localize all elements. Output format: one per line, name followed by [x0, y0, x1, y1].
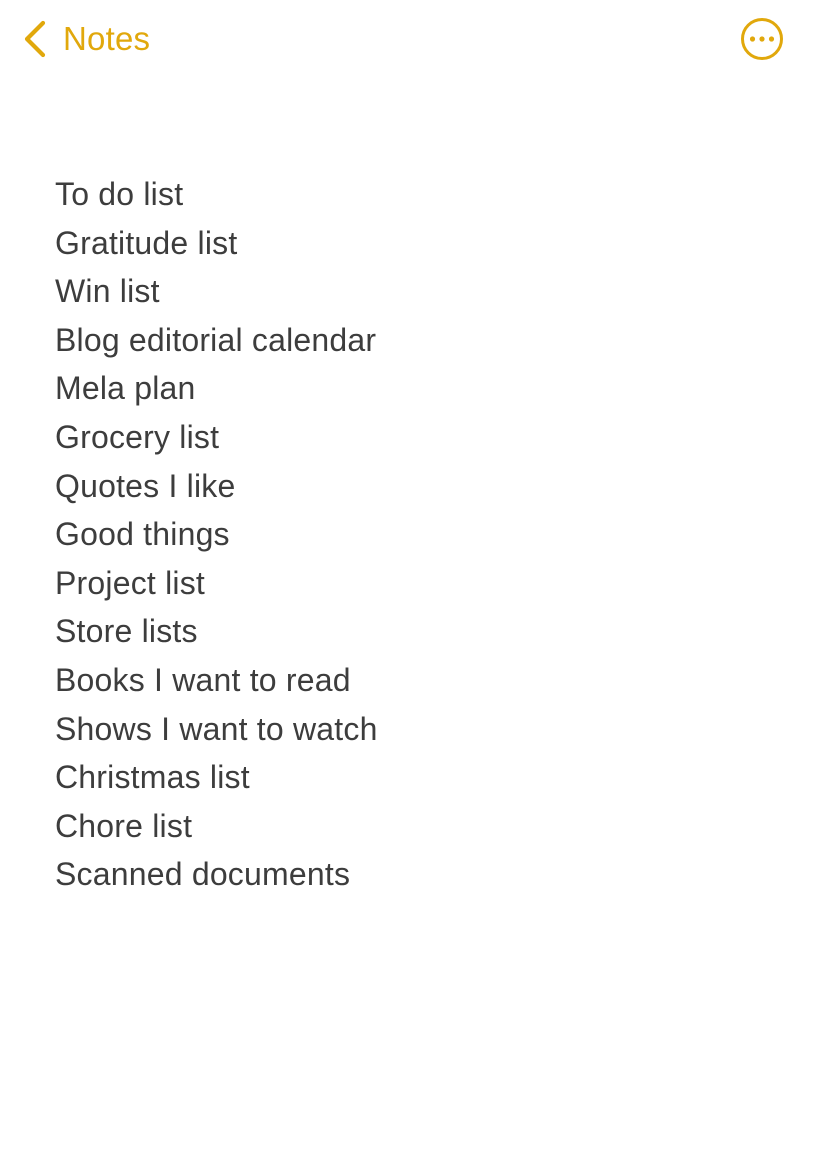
- note-line[interactable]: Gratitude list: [55, 219, 378, 268]
- back-to-notes-button[interactable]: Notes: [22, 18, 150, 60]
- note-line[interactable]: Christmas list: [55, 753, 378, 802]
- chevron-left-icon: [22, 19, 48, 59]
- note-line[interactable]: Project list: [55, 559, 378, 608]
- navigation-bar: Notes: [0, 0, 828, 80]
- note-line[interactable]: Good things: [55, 510, 378, 559]
- note-line[interactable]: Grocery list: [55, 413, 378, 462]
- note-line[interactable]: Blog editorial calendar: [55, 316, 378, 365]
- note-body[interactable]: To do list Gratitude list Win list Blog …: [55, 170, 378, 899]
- note-line[interactable]: Scanned documents: [55, 850, 378, 899]
- note-line[interactable]: Shows I want to watch: [55, 705, 378, 754]
- back-button-label: Notes: [63, 20, 151, 57]
- more-options-button[interactable]: [740, 17, 784, 61]
- note-line[interactable]: Win list: [55, 267, 378, 316]
- note-line[interactable]: Mela plan: [55, 364, 378, 413]
- note-line[interactable]: Store lists: [55, 607, 378, 656]
- note-line[interactable]: Books I want to read: [55, 656, 378, 705]
- note-line[interactable]: Quotes I like: [55, 462, 378, 511]
- ellipsis-circle-icon: [741, 18, 783, 60]
- note-line[interactable]: To do list: [55, 170, 378, 219]
- note-line[interactable]: Chore list: [55, 802, 378, 851]
